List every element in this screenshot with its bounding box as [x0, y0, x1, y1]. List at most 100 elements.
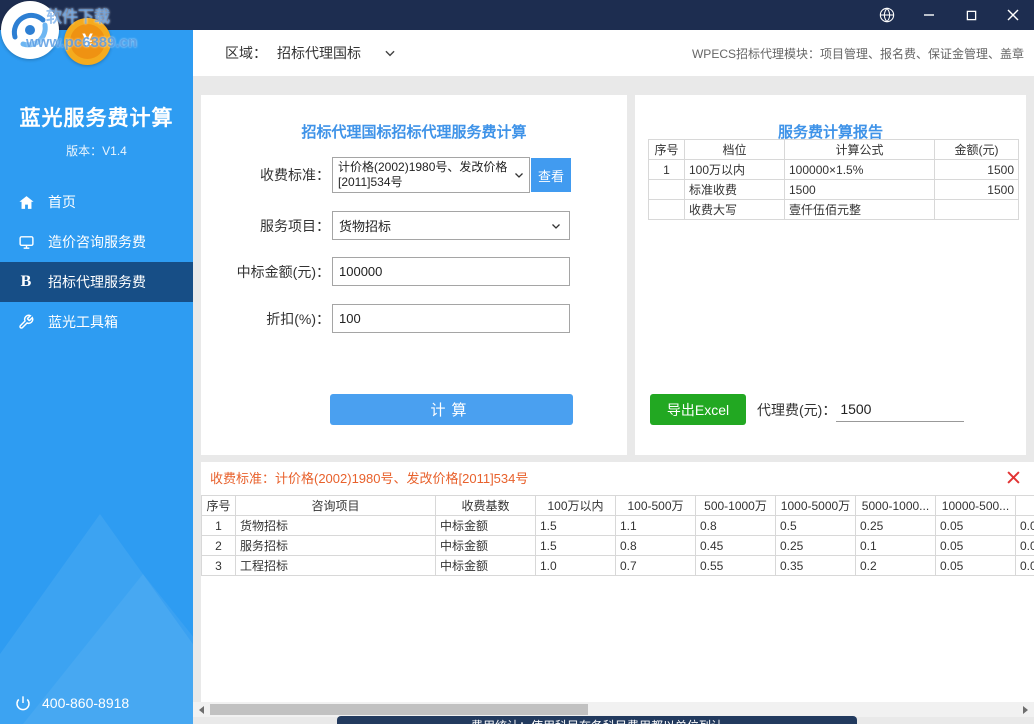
field-row-amount: 中标金额(元)：: [201, 257, 627, 286]
table-cell: 收费大写: [684, 199, 785, 220]
table-row: 收费大写 壹仟伍佰元整: [648, 199, 1019, 220]
maximize-button[interactable]: [950, 0, 992, 30]
table-cell: 工程招标: [235, 555, 436, 576]
bid-amount-input[interactable]: [332, 257, 570, 286]
sidebar-item-label: 首页: [48, 194, 76, 210]
service-item-label: 服务项目：: [260, 217, 330, 234]
region-value: 招标代理国标: [277, 45, 361, 61]
standard-panel-title: 收费标准：计价格(2002)1980号、发改价格[2011]534号: [210, 470, 529, 486]
horizontal-scrollbar[interactable]: [193, 702, 1034, 717]
column-header: 100-500万: [615, 495, 696, 516]
field-row-standard: 收费标准： 计价格(2002)1980号、发改价格[2011]534号 查看: [201, 157, 627, 193]
fee-standard-value: 计价格(2002)1980号、发改价格[2011]534号: [338, 160, 508, 189]
minimize-button[interactable]: [908, 0, 950, 30]
table-cell: 中标金额: [435, 555, 536, 576]
column-header: 100万以内: [535, 495, 616, 516]
agency-fee-label: 代理费(元)：: [757, 401, 837, 418]
column-header: 金额(元): [934, 139, 1019, 160]
wrench-icon: [17, 313, 35, 331]
table-cell: 货物招标: [235, 515, 436, 536]
scrollbar-thumb[interactable]: [210, 704, 588, 715]
table-cell: 标准收费: [684, 179, 785, 200]
scroll-left-arrow-icon[interactable]: [193, 702, 210, 717]
globe-icon[interactable]: [866, 0, 908, 30]
sidebar-item-cost-consult[interactable]: 造价咨询服务费: [0, 222, 193, 262]
table-cell: 0.8: [615, 535, 696, 556]
close-icon[interactable]: [1004, 468, 1022, 486]
service-item-select[interactable]: 货物招标: [332, 211, 570, 240]
table-cell: [934, 199, 1019, 220]
table-cell: 1: [201, 515, 236, 536]
calculate-button[interactable]: 计算: [330, 394, 573, 425]
column-header: 计算公式: [784, 139, 935, 160]
table-cell: 2: [201, 535, 236, 556]
table-cell: [648, 199, 685, 220]
table-cell: 1.5: [535, 535, 616, 556]
table-cell: 壹仟伍佰元整: [784, 199, 935, 220]
monitor-icon: [17, 233, 35, 251]
service-item-value: 货物招标: [339, 219, 392, 234]
table-cell: 0.45: [695, 535, 776, 556]
table-row: 2服务招标中标金额1.50.80.450.250.10.050.0: [201, 535, 1034, 556]
standard-panel: 收费标准：计价格(2002)1980号、发改价格[2011]534号 序号 咨询项…: [201, 462, 1034, 702]
table-row: 标准收费 1500 1500: [648, 179, 1019, 200]
app-title: 蓝光服务费计算: [19, 107, 174, 130]
table-cell: 3: [201, 555, 236, 576]
table-cell: 0.7: [615, 555, 696, 576]
table-cell: 0.1: [855, 535, 936, 556]
sidebar-item-bid-agency[interactable]: B 招标代理服务费: [0, 262, 193, 302]
power-phone-icon: [14, 694, 32, 712]
table-cell: 0.0: [1015, 555, 1034, 576]
table-row: 3工程招标中标金额1.00.70.550.350.20.050.0: [201, 555, 1034, 576]
standard-table: 序号 咨询项目 收费基数 100万以内 100-500万 500-1000万 1000-50…: [201, 495, 1034, 576]
table-row: 1 100万以内 100000×1.5% 1500: [648, 159, 1019, 180]
support-phone: 400-860-8918: [14, 694, 129, 712]
home-icon: [17, 193, 35, 211]
sidebar: 蓝光服务费计算 版本：V1.4 首页 造价咨询服务费 B 招标代理服务费 蓝光工具箱 4…: [0, 30, 193, 724]
table-cell: 0.05: [935, 555, 1016, 576]
field-row-discount: 折扣(%)：: [201, 304, 627, 333]
table-cell: 100万以内: [684, 159, 785, 180]
sidebar-menu: 首页造价咨询服务费 B 招标代理服务费蓝光工具箱: [0, 182, 193, 342]
column-header: 序号: [648, 139, 685, 160]
column-header: 5000-1000...: [855, 495, 936, 516]
table-cell: 0.25: [855, 515, 936, 536]
chevron-down-icon: [385, 50, 395, 57]
table-cell: 0.0: [1015, 535, 1034, 556]
table-cell: 1.5: [535, 515, 616, 536]
table-cell: 0.05: [935, 515, 1016, 536]
calc-panel-title: 招标代理国标招标代理服务费计算: [301, 124, 527, 141]
fee-standard-combobox[interactable]: 计价格(2002)1980号、发改价格[2011]534号: [332, 157, 530, 193]
column-header: 档位: [684, 139, 785, 160]
export-excel-button[interactable]: 导出Excel: [650, 394, 746, 425]
column-header: 序号: [201, 495, 236, 516]
fee-standard-label: 收费标准：: [260, 167, 330, 183]
table-cell: 1: [648, 159, 685, 180]
table-cell: [648, 179, 685, 200]
table-cell: 中标金额: [435, 535, 536, 556]
footer-note: 费用统计：使用科目在各科目费用都以单位列计: [337, 716, 857, 724]
sidebar-item-home[interactable]: 首页: [0, 182, 193, 222]
table-cell: 0.25: [775, 535, 856, 556]
window-controls: [866, 0, 1034, 30]
sidebar-item-toolbox[interactable]: 蓝光工具箱: [0, 302, 193, 342]
region-label: 区域：: [225, 45, 267, 61]
column-header: 10000-500...: [935, 495, 1016, 516]
table-cell: 0.35: [775, 555, 856, 576]
field-row-service: 服务项目： 货物招标: [201, 211, 627, 240]
table-cell: 0.2: [855, 555, 936, 576]
region-dropdown[interactable]: 招标代理国标: [277, 43, 397, 63]
sidebar-item-label: 蓝光工具箱: [48, 314, 118, 330]
table-cell: 0.8: [695, 515, 776, 536]
report-panel: 服务费计算报告 序号 档位 计算公式 金额(元) 1 100万以内 100000×1.5% 1…: [635, 95, 1026, 455]
report-table: 序号 档位 计算公式 金额(元) 1 100万以内 100000×1.5% 1500 标准收费 1…: [648, 139, 1019, 220]
discount-input[interactable]: [332, 304, 570, 333]
close-button[interactable]: [992, 0, 1034, 30]
standard-panel-header: 收费标准：计价格(2002)1980号、发改价格[2011]534号: [201, 462, 1034, 492]
agency-fee-input[interactable]: [836, 397, 965, 422]
scroll-right-arrow-icon[interactable]: [1017, 702, 1034, 717]
support-phone-number: 400-860-8918: [42, 695, 130, 711]
table-cell: 100000×1.5%: [784, 159, 935, 180]
table-cell: 1.0: [535, 555, 616, 576]
view-standard-button[interactable]: 查看: [531, 158, 571, 192]
